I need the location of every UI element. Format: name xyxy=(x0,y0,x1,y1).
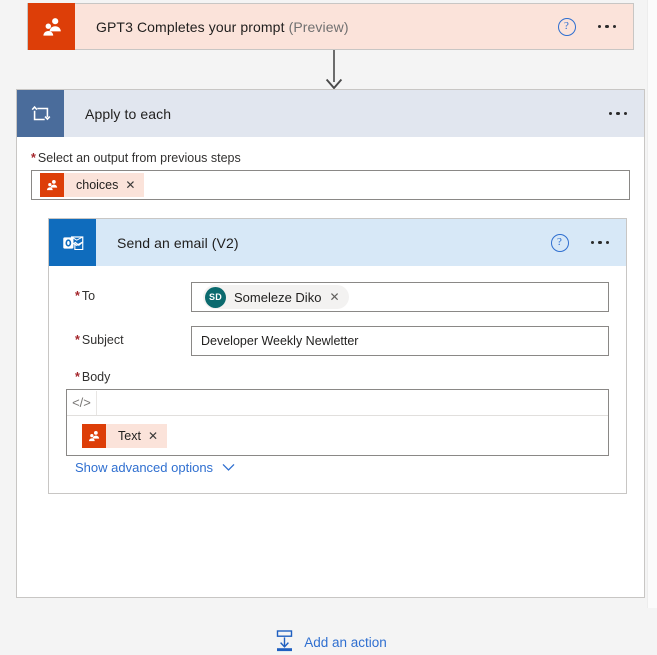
apply-to-each-header-actions xyxy=(608,111,645,116)
to-input[interactable]: SD Someleze Diko ✕ xyxy=(191,282,609,312)
help-icon[interactable]: ? xyxy=(557,17,576,36)
send-email-card[interactable]: Send an email (V2) ? * To SD Someleze Di… xyxy=(48,218,627,494)
to-label-text: To xyxy=(81,289,96,303)
show-advanced-options-link[interactable]: Show advanced options xyxy=(66,456,235,477)
ellipsis-icon[interactable] xyxy=(597,24,616,29)
body-label-text: Body xyxy=(81,370,111,384)
send-email-title: Send an email (V2) xyxy=(117,234,239,251)
recipient-name: Someleze Diko xyxy=(234,289,322,305)
add-an-action-button[interactable]: Add an action xyxy=(17,630,644,655)
required-asterisk: * xyxy=(75,289,80,303)
send-email-body: * To SD Someleze Diko ✕ * Subject Develo… xyxy=(49,266,626,493)
send-email-header[interactable]: Send an email (V2) ? xyxy=(49,219,626,266)
body-field-label: * Body xyxy=(66,370,609,384)
to-field-label: * To xyxy=(66,282,191,303)
gpt3-header-actions: ? xyxy=(557,17,634,36)
subject-input[interactable]: Developer Weekly Newletter xyxy=(191,326,609,356)
apply-to-each-header[interactable]: Apply to each xyxy=(17,90,644,137)
required-asterisk: * xyxy=(31,151,36,165)
help-icon[interactable]: ? xyxy=(550,233,569,252)
body-editor-toolbar: </> xyxy=(67,390,608,416)
scrollbar-gutter[interactable] xyxy=(647,0,657,608)
gpt3-card-header[interactable]: GPT3 Completes your prompt (Preview) ? xyxy=(28,3,634,50)
send-email-header-actions: ? xyxy=(550,233,627,252)
outlook-icon xyxy=(49,219,96,266)
required-asterisk: * xyxy=(75,333,80,347)
body-editor[interactable]: </> Text ✕ xyxy=(66,389,609,456)
gpt3-title-text: GPT3 Completes your prompt xyxy=(96,18,285,35)
code-view-icon[interactable]: </> xyxy=(67,390,97,415)
select-output-label-text: Select an output from previous steps xyxy=(37,151,241,165)
insert-action-icon xyxy=(274,630,295,655)
select-output-label: * Select an output from previous steps xyxy=(31,151,630,165)
show-advanced-options-label: Show advanced options xyxy=(75,460,214,475)
close-icon[interactable]: ✕ xyxy=(329,291,346,303)
required-asterisk: * xyxy=(75,370,80,384)
choices-token[interactable]: choices ✕ xyxy=(40,173,145,197)
close-icon[interactable]: ✕ xyxy=(148,430,167,442)
text-token-label: Text xyxy=(118,429,141,443)
to-field-control: SD Someleze Diko ✕ xyxy=(191,282,609,312)
close-icon[interactable]: ✕ xyxy=(125,179,144,191)
avatar: SD xyxy=(205,286,226,308)
select-output-input[interactable]: choices ✕ xyxy=(31,170,630,200)
to-field-row: * To SD Someleze Diko ✕ xyxy=(66,282,609,312)
gpt3-step-card[interactable]: GPT3 Completes your prompt (Preview) ? xyxy=(27,3,634,50)
apply-to-each-title: Apply to each xyxy=(85,105,172,122)
arrow-down-icon xyxy=(323,50,345,90)
gpt3-card-title: GPT3 Completes your prompt (Preview) xyxy=(75,19,558,35)
subject-field-row: * Subject Developer Weekly Newletter xyxy=(66,326,609,356)
choices-token-label: choices xyxy=(76,178,119,192)
body-editor-area[interactable]: Text ✕ xyxy=(67,416,608,455)
add-an-action-label: Add an action xyxy=(304,635,387,650)
subject-field-label: * Subject xyxy=(66,326,191,347)
loop-icon xyxy=(17,90,64,137)
subject-label-text: Subject xyxy=(81,333,124,347)
recipient-chip[interactable]: SD Someleze Diko ✕ xyxy=(203,285,349,309)
people-icon xyxy=(28,3,75,50)
apply-to-each-body: * Select an output from previous steps ch… xyxy=(17,137,644,652)
chevron-down-icon xyxy=(222,460,235,475)
text-token[interactable]: Text ✕ xyxy=(82,424,167,448)
people-icon xyxy=(40,173,64,197)
body-field-row: * Body </> Text ✕ xyxy=(66,370,609,456)
gpt3-title-preview-tag: (Preview) xyxy=(288,18,349,35)
apply-to-each-card[interactable]: Apply to each * Select an output from pre… xyxy=(16,89,645,652)
people-icon xyxy=(82,424,106,448)
ellipsis-icon[interactable] xyxy=(590,240,609,245)
ellipsis-icon[interactable] xyxy=(608,111,627,116)
subject-field-control: Developer Weekly Newletter xyxy=(191,326,609,356)
